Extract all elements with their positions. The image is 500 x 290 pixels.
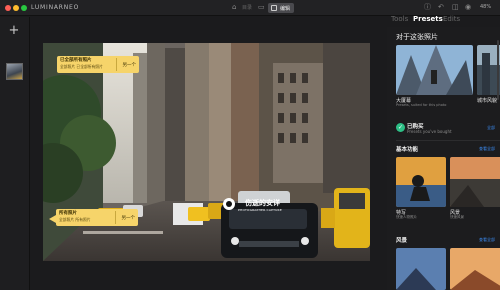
watermark-logo-icon bbox=[223, 198, 235, 210]
preset-sublabel: 快速风景 bbox=[450, 215, 464, 219]
edit-label: 编辑 bbox=[280, 6, 291, 12]
tooltip-callout-top: 已全部所有照片 全部照片 已全部所有照片 另一个 bbox=[57, 56, 139, 73]
panel-divider bbox=[396, 140, 500, 141]
minimize-window-button[interactable] bbox=[13, 5, 19, 11]
preset-card-skyscraper[interactable] bbox=[396, 45, 473, 95]
section-title-for-this-photo: 对于这张照片 bbox=[396, 33, 438, 41]
presets-panel: 对于这张照片 大厦幕 Presets, suited for this phot… bbox=[387, 27, 500, 290]
preset-card-landscape-2[interactable] bbox=[450, 248, 500, 290]
street-photo bbox=[43, 43, 370, 261]
preset-card-landscape[interactable] bbox=[450, 157, 500, 207]
preset-thumbnail bbox=[396, 157, 446, 207]
home-icon[interactable]: ⌂ bbox=[232, 3, 236, 12]
edit-icon bbox=[271, 5, 277, 11]
section-title-basic: 基本功能 bbox=[396, 147, 419, 153]
zoom-level[interactable]: 48% bbox=[480, 4, 491, 10]
preset-thumbnail bbox=[396, 248, 446, 290]
preset-card-closeup[interactable] bbox=[396, 157, 446, 207]
preset-thumbnail bbox=[450, 248, 500, 290]
add-photo-button[interactable]: + bbox=[7, 24, 21, 39]
title-bar: LUMINARNEO ⌂ 目录 ▭ 编辑 ⓘ ↶ ◫ ◉ 48% bbox=[0, 0, 500, 16]
landscape-see-all-link[interactable]: 查看全部 bbox=[479, 237, 495, 243]
maximize-window-button[interactable] bbox=[21, 5, 27, 11]
tab-edits[interactable]: Edits bbox=[443, 15, 460, 23]
preset-label: 城市风貌 bbox=[477, 98, 498, 104]
left-rail: + bbox=[0, 17, 30, 290]
app-name: LUMINARNEO bbox=[31, 4, 80, 11]
photo-canvas[interactable]: 伤逝的安详 PHOTOGRAPHER·CAPTURE bbox=[43, 43, 370, 261]
bought-check-icon: ✓ bbox=[396, 123, 405, 132]
tab-presets[interactable]: Presets bbox=[413, 15, 443, 23]
preset-sublabel: 快速人物照片 bbox=[396, 215, 417, 219]
preset-sublabel: Presets, suited for this photo bbox=[396, 103, 447, 107]
watermark-title: 伤逝的安详 bbox=[245, 199, 280, 207]
callout-divider bbox=[116, 58, 117, 71]
callout-divider bbox=[115, 211, 116, 224]
section-title-bought[interactable]: 已购买 bbox=[407, 122, 424, 130]
info-icon[interactable]: ⓘ bbox=[424, 3, 431, 12]
preset-thumbnail bbox=[396, 45, 473, 95]
image-icon[interactable]: ▭ bbox=[258, 3, 265, 12]
edit-mode-button[interactable]: 编辑 bbox=[268, 3, 294, 13]
basic-see-all-link[interactable]: 查看全部 bbox=[479, 146, 495, 152]
photo-watermark: 伤逝的安详 PHOTOGRAPHER·CAPTURE bbox=[223, 197, 303, 219]
bought-see-all-link[interactable]: 全部 bbox=[487, 125, 495, 131]
close-window-button[interactable] bbox=[5, 5, 11, 11]
watermark-subtitle: PHOTOGRAPHER·CAPTURE bbox=[238, 208, 282, 212]
preset-card-landscape-1[interactable] bbox=[396, 248, 446, 290]
callout-next-button[interactable]: 另一个 bbox=[122, 215, 136, 221]
preset-thumbnail bbox=[450, 157, 500, 207]
photo-thumbnail[interactable] bbox=[6, 63, 23, 80]
tab-tools[interactable]: Tools bbox=[391, 15, 408, 23]
compare-icon[interactable]: ◫ bbox=[452, 3, 459, 12]
undo-icon[interactable]: ↶ bbox=[438, 3, 444, 12]
eye-icon[interactable]: ◉ bbox=[465, 3, 471, 12]
panel-scrollbar[interactable] bbox=[497, 40, 499, 100]
catalog-label[interactable]: 目录 bbox=[242, 4, 252, 11]
tooltip-callout-bottom: 所有照片 全部照片 所有照片 另一个 bbox=[49, 209, 138, 226]
callout-next-button[interactable]: 另一个 bbox=[123, 62, 137, 68]
section-title-landscape: 风景 bbox=[396, 238, 408, 244]
